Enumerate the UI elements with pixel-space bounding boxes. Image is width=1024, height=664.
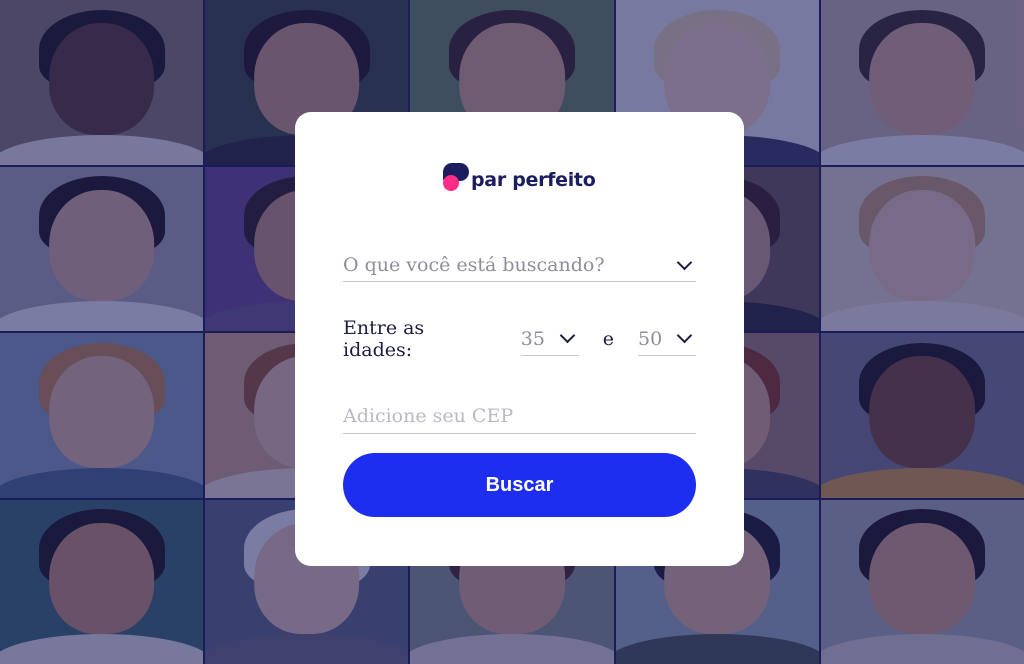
looking-for-placeholder: O que você está buscando?: [343, 254, 605, 276]
looking-for-select[interactable]: O que você está buscando?: [343, 249, 696, 282]
zip-code-input[interactable]: [343, 399, 696, 434]
chevron-down-icon: [676, 254, 693, 270]
age-range-row: Entre as idades: 35 e 50: [343, 317, 697, 361]
age-range-label: Entre as idades:: [343, 317, 425, 361]
chevron-down-icon: [559, 327, 576, 344]
age-min-select[interactable]: 35: [520, 323, 579, 356]
age-min-value: 35: [520, 327, 545, 350]
age-max-select[interactable]: 50: [638, 323, 697, 356]
search-button[interactable]: Buscar: [343, 453, 696, 517]
chevron-down-icon: [676, 327, 693, 344]
search-card: par perfeito O que você está buscando? E…: [295, 112, 744, 566]
brand-logo[interactable]: par perfeito: [443, 159, 596, 193]
logo-text: par perfeito: [471, 169, 596, 191]
age-max-value: 50: [638, 327, 663, 350]
logo-mark-icon: [443, 163, 469, 193]
age-range-separator: e: [602, 328, 614, 350]
